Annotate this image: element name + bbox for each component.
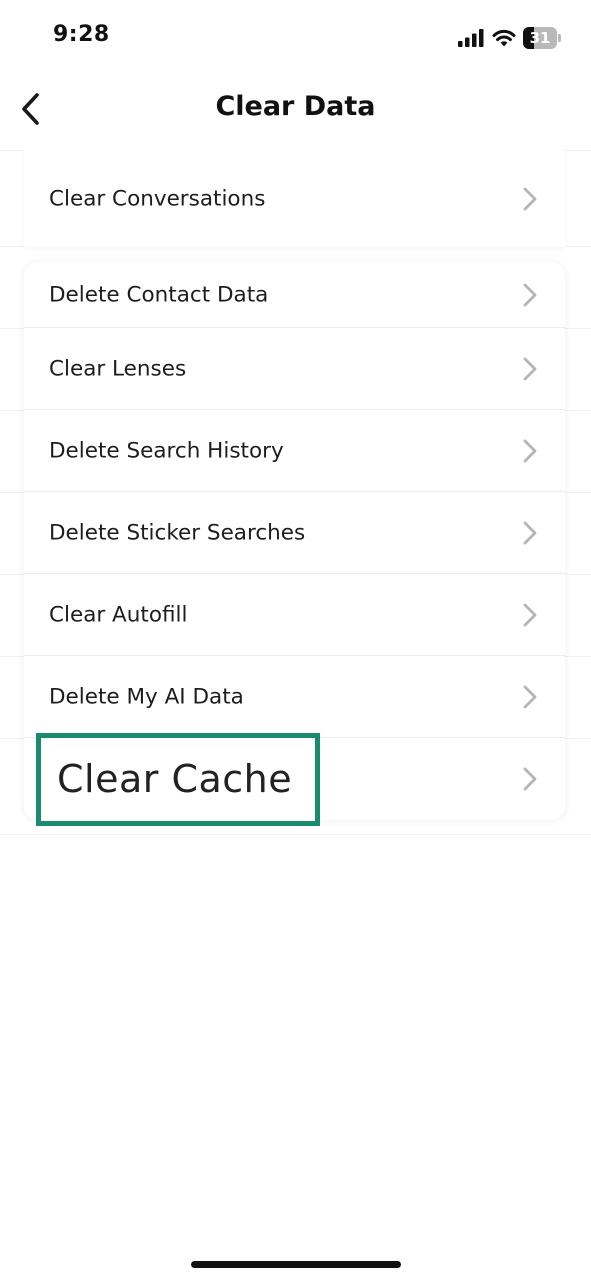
row-label: Clear Lenses xyxy=(49,356,187,382)
row-label: Delete Sticker Searches xyxy=(49,520,306,546)
chevron-right-icon xyxy=(523,283,537,307)
chevron-right-icon xyxy=(523,439,537,463)
row-label: Clear Conversations xyxy=(49,186,266,211)
status-icons: 31 xyxy=(458,26,561,50)
chevron-right-icon xyxy=(523,767,537,791)
chevron-right-icon xyxy=(523,603,537,627)
row-label: Delete Contact Data xyxy=(49,282,269,308)
delete-sticker-searches-row[interactable]: Delete Sticker Searches xyxy=(24,492,565,574)
background-divider xyxy=(0,834,591,835)
nav-bar: Clear Data xyxy=(0,76,591,142)
status-time: 9:28 xyxy=(53,22,110,47)
chevron-right-icon xyxy=(523,187,537,210)
row-label: Delete My AI Data xyxy=(49,684,244,710)
clear-conversations-row[interactable]: Clear Conversations xyxy=(24,150,565,247)
delete-contact-data-row[interactable]: Delete Contact Data xyxy=(24,262,565,328)
row-label: Clear Cache xyxy=(57,757,293,801)
battery-icon: 31 xyxy=(523,27,561,49)
delete-search-history-row[interactable]: Delete Search History xyxy=(24,410,565,492)
clear-cache-row[interactable]: Clear Cache xyxy=(24,738,565,820)
clear-autofill-row[interactable]: Clear Autofill xyxy=(24,574,565,656)
status-bar: 9:28 31 xyxy=(0,0,591,76)
clear-lenses-row[interactable]: Clear Lenses xyxy=(24,328,565,410)
conversations-section: Clear Conversations xyxy=(24,150,565,247)
chevron-right-icon xyxy=(523,685,537,709)
page-title: Clear Data xyxy=(215,91,376,122)
battery-level: 31 xyxy=(529,29,551,47)
cellular-signal-icon xyxy=(458,29,484,47)
chevron-right-icon xyxy=(523,357,537,381)
chevron-right-icon xyxy=(523,521,537,545)
data-section: Delete Contact Data Clear Lenses Delete … xyxy=(24,262,565,820)
row-label: Clear Autofill xyxy=(49,602,188,628)
row-label: Delete Search History xyxy=(49,438,284,464)
home-indicator[interactable] xyxy=(191,1261,401,1268)
delete-my-ai-data-row[interactable]: Delete My AI Data xyxy=(24,656,565,738)
wifi-icon xyxy=(492,29,516,47)
